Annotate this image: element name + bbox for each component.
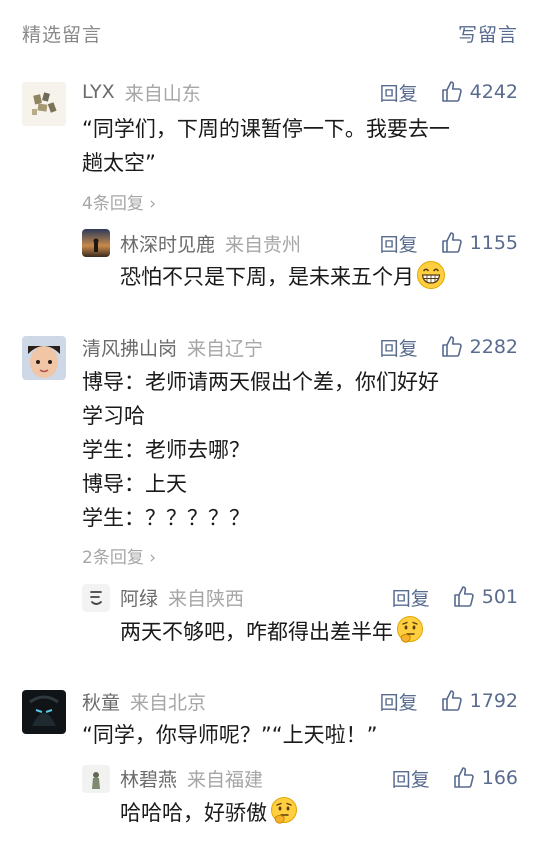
thumbs-up-icon xyxy=(441,336,462,357)
like-button[interactable]: 4242 xyxy=(440,80,518,104)
commenter-location: 来自山东 xyxy=(124,82,201,105)
chevron-right-icon: › xyxy=(143,548,157,568)
like-count: 2282 xyxy=(469,336,518,358)
commenter-name[interactable]: 阿绿 xyxy=(120,584,158,611)
comment-text-line: 学生：老师去哪？ xyxy=(82,438,250,462)
avatar[interactable] xyxy=(22,82,66,126)
avatar[interactable] xyxy=(82,765,110,793)
chevron-right-icon: › xyxy=(143,194,157,214)
comments-header: 精选留言 写留言 xyxy=(0,0,540,70)
view-replies-link[interactable]: 4条回复 › xyxy=(82,189,156,214)
reply-button[interactable]: 回复 xyxy=(392,765,430,792)
reply-text: 两天不够吧，咋都得出差半年 xyxy=(120,620,393,644)
thumbs-up-icon xyxy=(441,690,462,711)
reply-count-label: 2条回复 xyxy=(82,548,144,568)
thinking-face-emoji xyxy=(271,797,297,824)
like-count: 501 xyxy=(481,586,518,608)
comment-text-line: 趟太空” xyxy=(82,151,156,175)
commenter-name[interactable]: 秋童 xyxy=(82,688,120,715)
avatar[interactable] xyxy=(82,229,110,257)
avatar[interactable] xyxy=(82,584,110,612)
commenter-location: 来自辽宁 xyxy=(187,337,264,360)
commenter-name[interactable]: 林深时见鹿 xyxy=(120,230,215,257)
write-comment-button[interactable]: 写留言 xyxy=(458,20,518,47)
reply-count-label: 4条回复 xyxy=(82,194,144,214)
like-count: 1155 xyxy=(469,232,518,254)
reply-button[interactable]: 回复 xyxy=(380,230,418,257)
reply-button[interactable]: 回复 xyxy=(392,584,430,611)
commenter-location: 来自陕西 xyxy=(168,587,245,610)
like-button[interactable]: 2282 xyxy=(440,335,518,359)
view-replies-link[interactable]: 2条回复 › xyxy=(82,543,156,568)
like-button[interactable]: 501 xyxy=(452,585,518,609)
like-count: 4242 xyxy=(469,81,518,103)
avatar[interactable] xyxy=(22,690,66,734)
comment-text-line: 博导：老师请两天假出个差，你们好好 xyxy=(82,370,439,394)
commenter-location: 来自北京 xyxy=(130,691,207,714)
comment-text-line: 博导：上天 xyxy=(82,472,187,496)
thumbs-up-icon xyxy=(453,586,474,607)
like-button[interactable]: 166 xyxy=(452,766,518,790)
commenter-location: 来自贵州 xyxy=(225,233,302,256)
commenter-name[interactable]: 林碧燕 xyxy=(120,765,177,792)
thinking-face-emoji xyxy=(397,616,423,643)
comment-text-line: 学生：？？？？？ xyxy=(82,506,250,530)
featured-comments-title: 精选留言 xyxy=(22,24,103,46)
thumbs-up-icon xyxy=(441,232,462,253)
like-button[interactable]: 1155 xyxy=(440,231,518,255)
commenter-name[interactable]: 清风拂山岗 xyxy=(82,334,177,361)
thumbs-up-icon xyxy=(441,81,462,102)
reply-text: 哈哈哈，好骄傲 xyxy=(120,801,267,825)
reply-button[interactable]: 回复 xyxy=(380,688,418,715)
commenter-name[interactable]: LYX xyxy=(82,81,115,103)
reply-text: 恐怕不只是下周，是未来五个月 xyxy=(120,265,414,289)
thumbs-up-icon xyxy=(453,767,474,788)
reply-button[interactable]: 回复 xyxy=(380,334,418,361)
reply-button[interactable]: 回复 xyxy=(380,79,418,106)
comment-text-line: 学习哈 xyxy=(82,404,145,428)
comment-text-line: “同学，你导师呢？”“上天啦！” xyxy=(82,723,378,747)
avatar[interactable] xyxy=(22,336,66,380)
like-count: 1792 xyxy=(469,690,518,712)
like-button[interactable]: 1792 xyxy=(440,689,518,713)
comment-text-line: “同学们，下周的课暂停一下。我要去一 xyxy=(82,117,450,141)
commenter-location: 来自福建 xyxy=(187,768,264,791)
like-count: 166 xyxy=(481,767,518,789)
grinning-face-emoji xyxy=(417,261,445,289)
